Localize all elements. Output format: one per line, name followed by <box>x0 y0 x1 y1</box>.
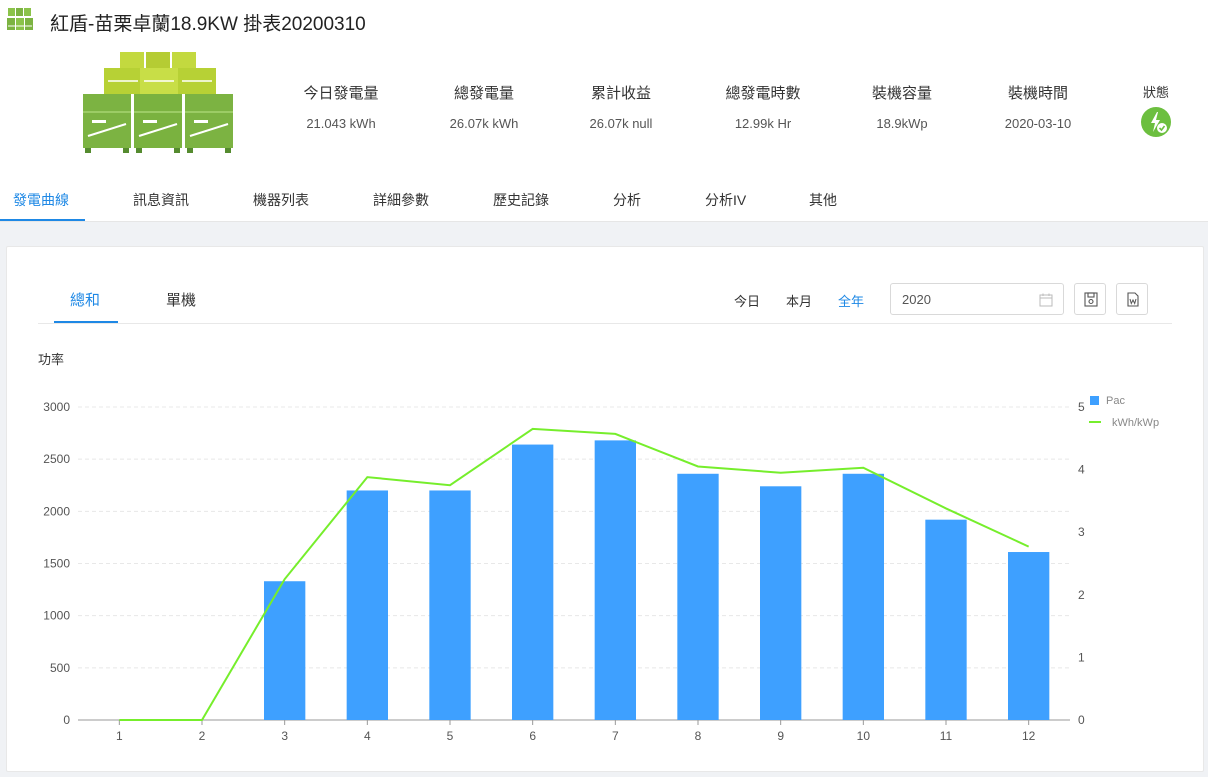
tab-analysis[interactable]: 分析 <box>613 178 641 222</box>
y-right-tick-label: 0 <box>1078 713 1085 727</box>
stat-capacity: 裝機容量 18.9kWp <box>832 82 972 131</box>
tab-power-curve[interactable]: 發電曲線 <box>13 178 69 222</box>
active-tab-indicator <box>0 219 85 221</box>
line-kwh-per-kwp <box>119 427 1030 721</box>
chart-title: 功率 <box>38 352 64 367</box>
save-button[interactable] <box>1074 283 1106 315</box>
stat-value: 26.07k null <box>589 116 653 131</box>
x-tick-label: 6 <box>529 729 536 743</box>
period-today[interactable]: 今日 <box>734 291 760 310</box>
bar-pac <box>594 440 636 720</box>
bar-pac <box>677 473 719 720</box>
calendar-icon <box>1039 293 1053 307</box>
x-tick-label: 7 <box>612 729 619 743</box>
stat-label: 今日發電量 <box>303 85 379 102</box>
x-tick-label: 12 <box>1022 729 1036 743</box>
legend-label-kwh: kWh/kWp <box>1112 417 1159 429</box>
stat-label: 總發電時數 <box>725 85 801 102</box>
legend-swatch-pac <box>1090 396 1099 405</box>
y-right-tick-label: 5 <box>1078 400 1085 414</box>
legend-label-pac: Pac <box>1106 395 1125 407</box>
bar-pac <box>429 490 471 720</box>
x-tick-label: 2 <box>199 729 206 743</box>
stat-label: 總發電量 <box>453 85 514 102</box>
subtab-total[interactable]: 總和 <box>70 289 100 310</box>
stat-install-date: 裝機時間 2020-03-10 <box>968 82 1108 131</box>
export-word-button[interactable] <box>1116 283 1148 315</box>
save-icon <box>1084 292 1098 307</box>
solar-panel-icon <box>7 8 33 30</box>
status-label: 狀態 <box>1142 85 1169 100</box>
y-left-tick-label: 2000 <box>43 504 70 518</box>
x-tick-label: 3 <box>281 729 288 743</box>
stat-total-hours: 總發電時數 12.99k Hr <box>693 82 833 131</box>
stat-total-energy: 總發電量 26.07k kWh <box>414 82 554 131</box>
stat-value: 26.07k kWh <box>449 116 519 131</box>
subtab-divider <box>38 323 1172 324</box>
x-tick-label: 4 <box>364 729 371 743</box>
bar-pac <box>1008 552 1050 720</box>
bar-pac <box>512 444 554 720</box>
bar-pac <box>842 473 884 720</box>
page-title: 紅盾-苗栗卓蘭18.9KW 掛表20200310 <box>50 14 366 35</box>
stat-value: 2020-03-10 <box>1004 116 1072 131</box>
tab-detail-params[interactable]: 詳細參數 <box>373 178 429 222</box>
y-left-tick-label: 3000 <box>43 400 70 414</box>
bar-pac <box>925 519 967 720</box>
y-right-tick-label: 2 <box>1078 588 1085 602</box>
main-tabs: 發電曲線 訊息資訊 機器列表 詳細參數 歷史記錄 分析 分析IV 其他 <box>0 178 1208 222</box>
x-tick-label: 9 <box>777 729 784 743</box>
year-picker[interactable]: 2020 <box>890 283 1064 315</box>
stat-income: 累計收益 26.07k null <box>551 82 691 131</box>
y-left-tick-label: 500 <box>50 661 70 675</box>
active-subtab-indicator <box>54 321 118 323</box>
status-indicator: 狀態 <box>1128 82 1184 137</box>
power-chart: 功率0500100015002000250030000123451 2 3 4 5 6 7 8… <box>38 352 1159 743</box>
stat-value: 18.9kWp <box>876 116 928 131</box>
stat-value: 12.99k Hr <box>734 116 792 131</box>
stat-value: 21.043 kWh <box>306 116 376 131</box>
x-tick-label: 8 <box>695 729 702 743</box>
y-left-tick-label: 1500 <box>43 557 70 571</box>
period-month[interactable]: 本月 <box>786 291 812 310</box>
x-tick-label: 5 <box>447 729 454 743</box>
tab-info[interactable]: 訊息資訊 <box>133 178 189 222</box>
x-tick-label: 11 <box>940 729 953 743</box>
tab-history[interactable]: 歷史記錄 <box>493 178 549 222</box>
y-left-tick-label: 1000 <box>43 609 70 623</box>
x-tick-label: 1 <box>116 729 123 743</box>
page-header: 紅盾-苗栗卓蘭18.9KW 掛表20200310 <box>0 0 1208 44</box>
stat-label: 裝機時間 <box>1007 85 1068 102</box>
tab-other[interactable]: 其他 <box>809 178 837 222</box>
y-left-tick-label: 2500 <box>43 452 70 466</box>
inverter-illustration <box>83 52 233 153</box>
year-value: 2020 <box>902 292 931 307</box>
export-word-icon <box>1127 292 1139 307</box>
period-year[interactable]: 全年 <box>838 291 864 310</box>
y-right-tick-label: 4 <box>1078 463 1085 477</box>
bar-pac <box>346 490 388 720</box>
stat-label: 累計收益 <box>590 85 651 102</box>
power-status-icon <box>1141 107 1171 137</box>
tab-analysis-iv[interactable]: 分析IV <box>705 178 746 222</box>
subtab-single[interactable]: 單機 <box>166 289 196 310</box>
x-tick-label: 10 <box>857 729 871 743</box>
stat-label: 裝機容量 <box>871 85 932 102</box>
y-right-tick-label: 1 <box>1078 650 1085 664</box>
y-left-tick-label: 0 <box>63 713 70 727</box>
y-right-tick-label: 3 <box>1078 525 1085 539</box>
bar-pac <box>760 486 802 720</box>
stat-today-energy: 今日發電量 21.043 kWh <box>271 82 411 131</box>
tab-device-list[interactable]: 機器列表 <box>253 178 309 222</box>
